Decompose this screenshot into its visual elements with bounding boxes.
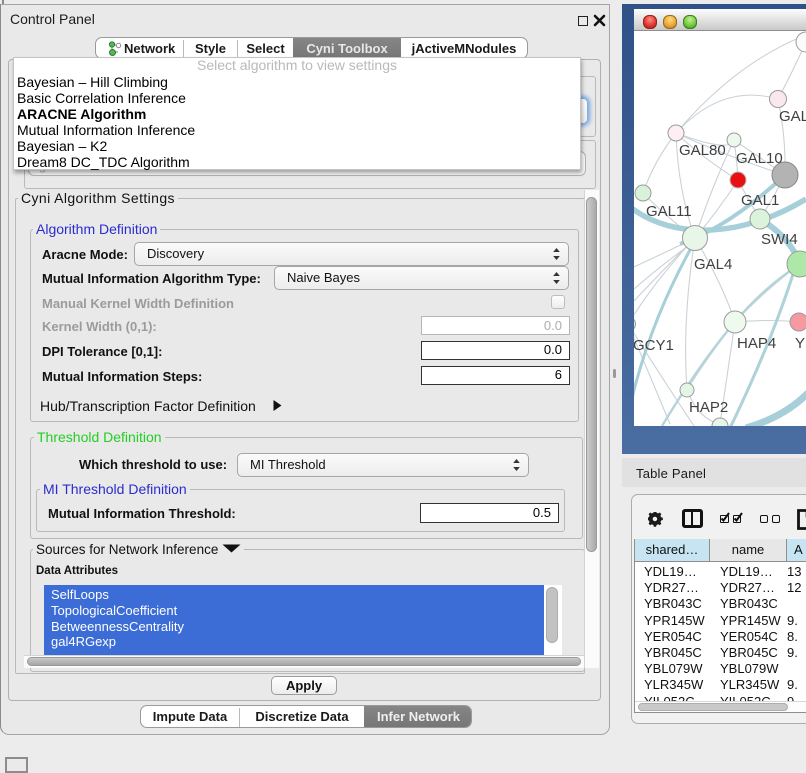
svg-text:GAL80: GAL80	[679, 142, 726, 159]
svg-text:GAL80: GAL80	[779, 108, 806, 125]
svg-text:GAL10: GAL10	[736, 150, 783, 167]
svg-text:HAP4: HAP4	[737, 335, 776, 352]
svg-text:GAL11: GAL11	[646, 203, 692, 220]
svg-text:GAL4: GAL4	[694, 256, 732, 273]
svg-text:GCY1: GCY1	[634, 337, 674, 354]
svg-text:YEL047C: YEL047C	[795, 335, 806, 352]
svg-text:GAL1: GAL1	[741, 192, 779, 209]
svg-text:HAP2: HAP2	[689, 399, 728, 416]
svg-text:SWI4: SWI4	[761, 231, 798, 248]
